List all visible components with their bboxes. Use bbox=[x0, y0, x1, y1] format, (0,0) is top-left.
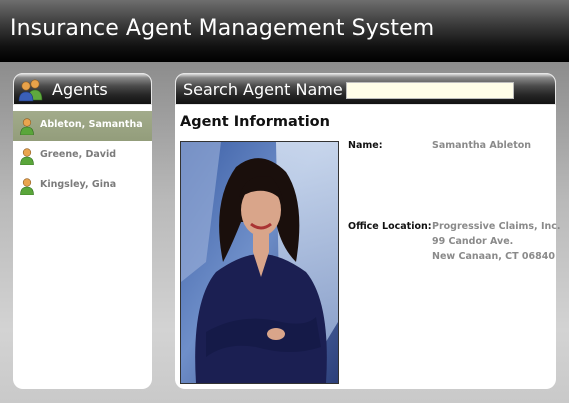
person-icon bbox=[20, 148, 34, 165]
search-input[interactable] bbox=[346, 82, 514, 99]
agent-list-item[interactable]: Kingsley, Gina bbox=[13, 171, 152, 201]
agent-photo bbox=[180, 141, 339, 384]
agent-list-item[interactable]: Greene, David bbox=[13, 141, 152, 171]
agent-name: Ableton, Samantha bbox=[40, 119, 143, 130]
office-location-line: New Canaan, CT 06840 bbox=[432, 251, 555, 262]
agents-panel: Agents Ableton, Samantha Greene, David K… bbox=[13, 73, 152, 389]
agent-name: Greene, David bbox=[40, 149, 117, 160]
office-location-line: 99 Candor Ave. bbox=[432, 236, 514, 247]
agent-name: Kingsley, Gina bbox=[40, 179, 117, 190]
name-label: Name: bbox=[348, 140, 383, 151]
agent-photo-image bbox=[181, 142, 338, 383]
app-title: Insurance Agent Management System bbox=[10, 16, 435, 41]
agent-list-item[interactable]: Ableton, Samantha bbox=[13, 111, 152, 141]
agents-header: Agents bbox=[13, 73, 152, 105]
search-label: Search Agent Name bbox=[183, 80, 343, 99]
agent-info-panel: Search Agent Name Agent Information Name… bbox=[175, 73, 561, 389]
office-location-line: Progressive Claims, Inc. bbox=[432, 221, 561, 232]
app-window: Insurance Agent Management System Agents… bbox=[0, 0, 569, 403]
person-icon bbox=[20, 118, 34, 135]
agents-title: Agents bbox=[52, 80, 108, 99]
office-location-label: Office Location: bbox=[348, 221, 432, 232]
person-icon bbox=[20, 178, 34, 195]
name-value: Samantha Ableton bbox=[432, 140, 532, 151]
title-bar: Insurance Agent Management System bbox=[0, 0, 569, 62]
agent-info-heading: Agent Information bbox=[180, 114, 330, 130]
people-group-icon bbox=[18, 79, 43, 102]
search-header: Search Agent Name bbox=[175, 73, 556, 105]
